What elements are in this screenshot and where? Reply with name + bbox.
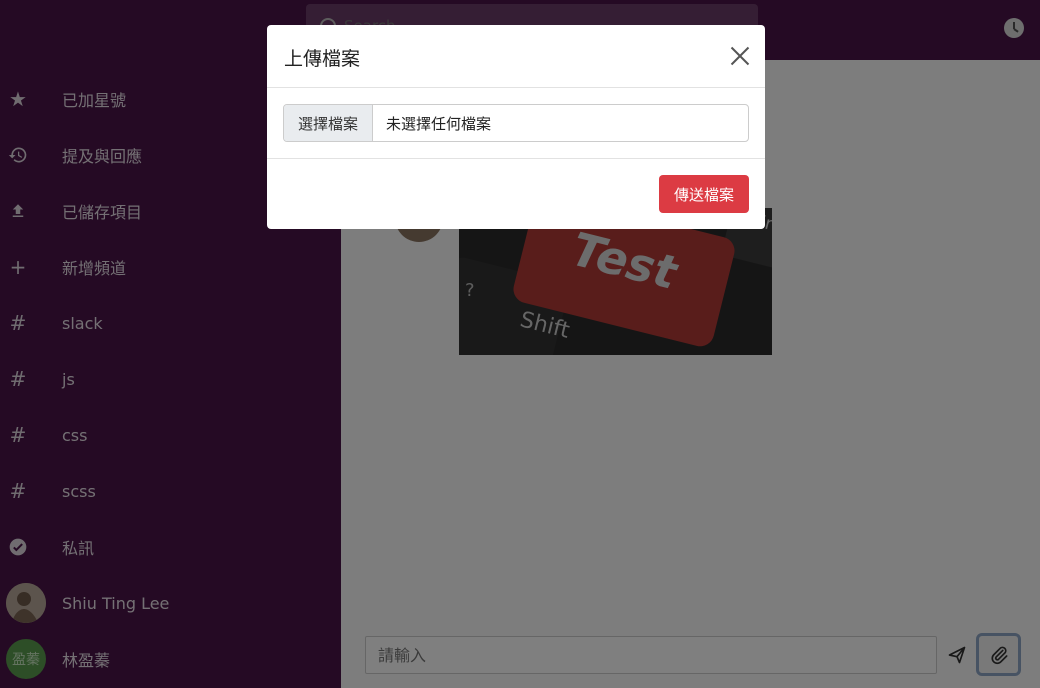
send-file-button[interactable]: 傳送檔案 bbox=[659, 175, 749, 213]
choose-file-button[interactable]: 選擇檔案 bbox=[284, 105, 373, 141]
file-name-text: 未選擇任何檔案 bbox=[386, 115, 492, 133]
modal-title: 上傳檔案 bbox=[284, 48, 361, 70]
close-icon[interactable] bbox=[729, 45, 751, 67]
upload-file-modal: 上傳檔案 選擇檔案 未選擇任何檔案 傳送檔案 bbox=[267, 25, 765, 229]
file-input[interactable]: 選擇檔案 未選擇任何檔案 bbox=[283, 104, 749, 142]
modal-header: 上傳檔案 bbox=[267, 25, 765, 88]
modal-body: 選擇檔案 未選擇任何檔案 bbox=[267, 88, 765, 159]
